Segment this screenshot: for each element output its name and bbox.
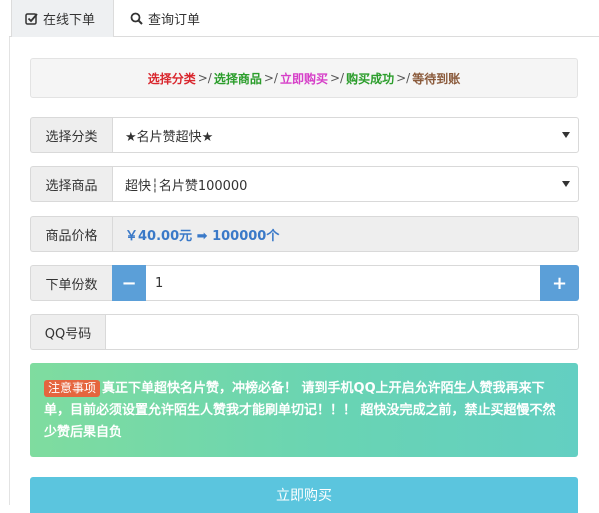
qq-label: QQ号码 <box>30 314 105 350</box>
step-separator: >/ <box>197 71 212 85</box>
price-label: 商品价格 <box>30 216 112 252</box>
quantity-row: 下单份数 − 1 + <box>30 265 579 301</box>
category-row: 选择分类 ★名片赞超快★ <box>30 117 579 153</box>
category-label: 选择分类 <box>30 117 112 153</box>
step-separator: >/ <box>263 71 278 85</box>
product-select[interactable]: 超快┆名片赞100000 <box>112 166 579 202</box>
qq-input[interactable] <box>105 314 579 350</box>
step-separator: >/ <box>396 71 411 85</box>
product-value: 超快┆名片赞100000 <box>125 178 248 194</box>
product-label: 选择商品 <box>30 166 112 202</box>
check-square-icon <box>24 12 38 26</box>
tab-query-order[interactable]: 查询订单 <box>117 0 217 37</box>
order-steps: 选择分类 >/ 选择商品 >/ 立即购买 >/ 购买成功 >/ 等待到账 <box>30 58 578 98</box>
category-select[interactable]: ★名片赞超快★ <box>112 117 579 153</box>
step-purchase-success: 购买成功 <box>346 71 395 86</box>
qq-row: QQ号码 <box>30 314 579 350</box>
panel-border <box>9 36 10 505</box>
quantity-value: 1 <box>155 275 164 291</box>
tab-query-order-label: 查询订单 <box>148 13 201 28</box>
price-row: 商品价格 ￥40.00元 ➡ 100000个 <box>30 216 579 252</box>
notice-text: 真正下单超快名片赞，冲榜必备！ 请到手机QQ上开启允许陌生人赞我再来下单，目前必… <box>44 381 556 440</box>
quantity-label: 下单份数 <box>30 265 112 301</box>
tab-online-order-label: 在线下单 <box>43 13 96 28</box>
step-buy-now: 立即购买 <box>279 71 328 86</box>
chevron-down-icon <box>562 181 570 187</box>
notice-box: 注意事项 真正下单超快名片赞，冲榜必备！ 请到手机QQ上开启允许陌生人赞我再来下单… <box>30 363 578 457</box>
step-select-category: 选择分类 <box>147 71 196 86</box>
quantity-increase-button[interactable]: + <box>540 265 579 301</box>
product-row: 选择商品 超快┆名片赞100000 <box>30 166 579 202</box>
price-field: ￥40.00元 ➡ 100000个 <box>112 216 579 252</box>
tab-bar: 在线下单 查询订单 <box>9 0 599 37</box>
notice-badge: 注意事项 <box>44 380 101 397</box>
buy-now-button[interactable]: 立即购买 <box>30 477 578 513</box>
search-icon <box>129 12 143 26</box>
order-page: 在线下单 查询订单 选择分类 >/ 选择商品 >/ 立即购买 >/ 购买成功 >… <box>0 0 599 513</box>
price-value: ￥40.00元 ➡ 100000个 <box>125 228 280 244</box>
tab-online-order[interactable]: 在线下单 <box>11 0 114 37</box>
category-value: ★名片赞超快★ <box>125 129 214 145</box>
step-separator: >/ <box>330 71 345 85</box>
quantity-decrease-button[interactable]: − <box>112 265 146 301</box>
chevron-down-icon <box>562 132 570 138</box>
quantity-input[interactable]: 1 <box>146 265 540 301</box>
step-await-delivery: 等待到账 <box>412 71 461 86</box>
step-select-product: 选择商品 <box>213 71 262 86</box>
